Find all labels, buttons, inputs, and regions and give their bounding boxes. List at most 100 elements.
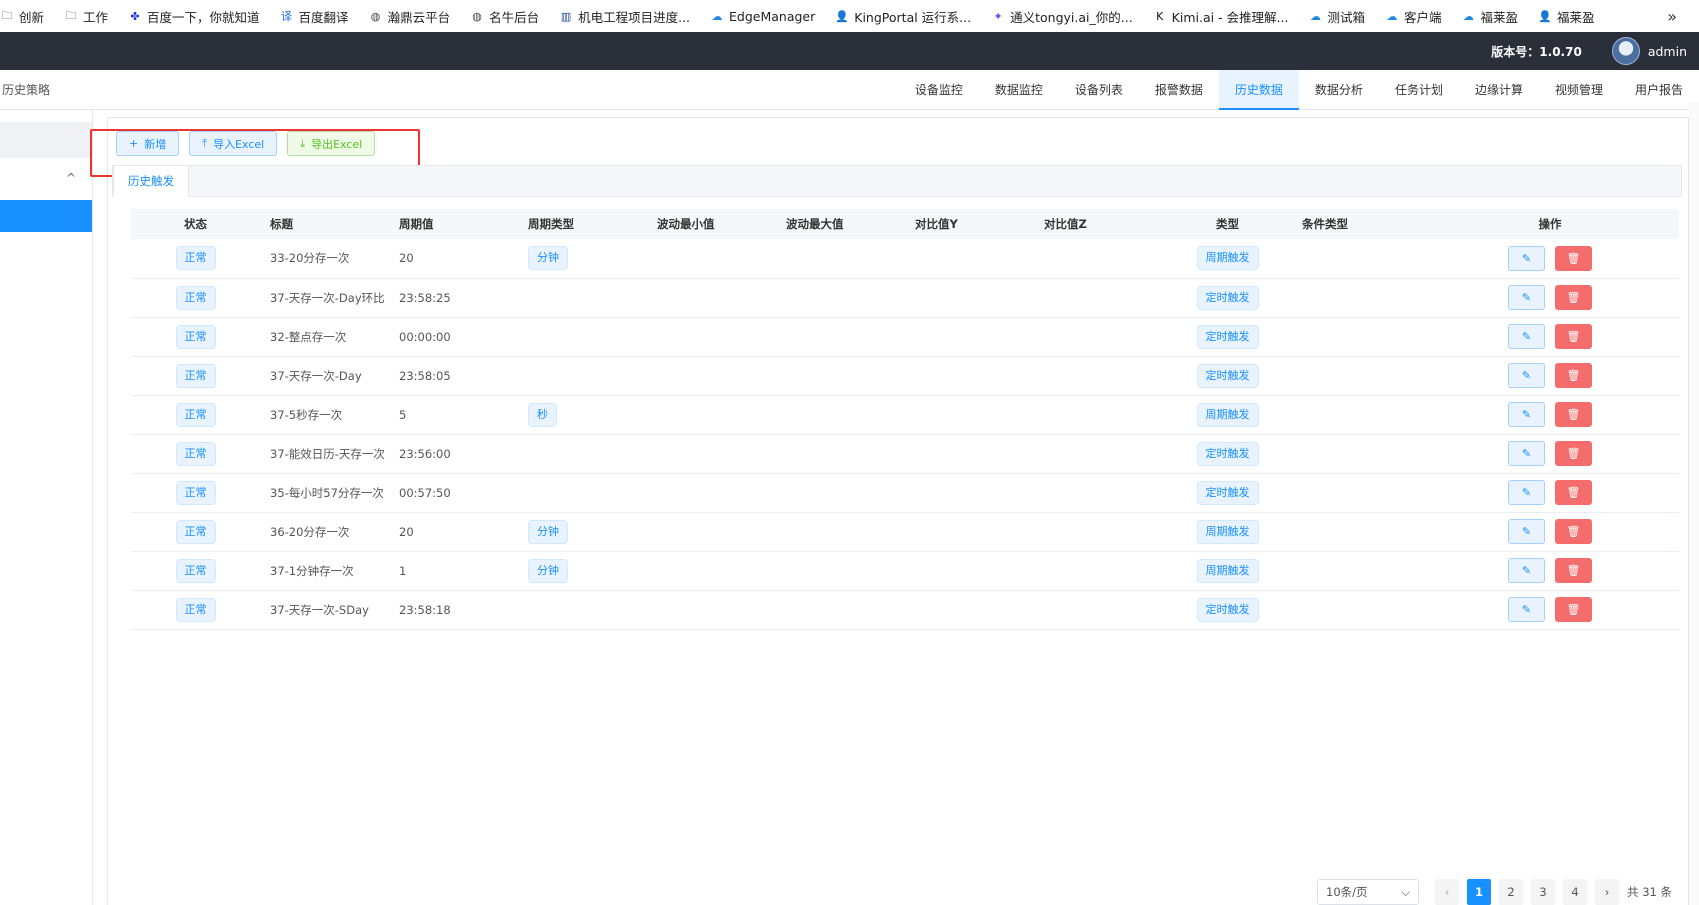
- nav-tab[interactable]: 历史数据: [1218, 70, 1299, 110]
- username[interactable]: admin: [1648, 44, 1687, 59]
- nav-tabs: 设备监控 数据监控 设备列表 报警数据 历史数据 数据分析 任务计划 边缘计算 视频管理 用户报告: [899, 70, 1699, 110]
- bookmark-item[interactable]: 👤 福莱盈: [1538, 7, 1594, 26]
- sidebar-item-active[interactable]: [0, 200, 92, 232]
- edit-icon[interactable]: ✎: [1508, 558, 1545, 583]
- table-body: 正常 33-20分存一次 20 分钟 周期触发 ✎ 🗑 正常 37-天存一次-Day环比 23:5…: [131, 239, 1679, 630]
- edit-icon[interactable]: ✎: [1508, 363, 1545, 388]
- bookmarks-more-icon[interactable]: »: [1667, 7, 1677, 26]
- table-header: 状态 标题 周期值 周期类型 波动最小值 波动最大值 对比值Y 对比值Z 类型 条件类型 操作: [131, 209, 1679, 239]
- page-button[interactable]: 3: [1531, 879, 1556, 905]
- cell-type: 周期触发: [1163, 239, 1292, 279]
- column-header: 周期类型: [518, 209, 647, 239]
- bookmark-item[interactable]: ◍ 瀚鼎云平台: [369, 7, 450, 26]
- strategy-table: 状态 标题 周期值 周期类型 波动最小值 波动最大值 对比值Y 对比值Z 类型 条件类型 操作 正常…: [131, 209, 1679, 630]
- cell-y: [905, 434, 1034, 474]
- bookmark-item[interactable]: 👤 KingPortal 运行系...: [835, 7, 971, 26]
- nav-tab[interactable]: 报警数据: [1139, 70, 1219, 110]
- bookmark-item[interactable]: ✦ 通义tongyi.ai_你的...: [991, 7, 1133, 26]
- edit-icon[interactable]: ✎: [1508, 245, 1545, 271]
- page-size-select[interactable]: 10条/页 ⌵: [1317, 879, 1420, 905]
- bookmark-label: 通义tongyi.ai_你的...: [1010, 9, 1133, 25]
- cell-cond: [1292, 278, 1421, 318]
- nav-tab[interactable]: 数据监控: [979, 70, 1059, 110]
- cell-max: [776, 512, 905, 552]
- bookmark-item[interactable]: K Kimi.ai - 会推理解...: [1153, 7, 1289, 26]
- status-badge: 正常: [175, 363, 216, 388]
- cell-min: [647, 434, 776, 474]
- bookmark-item[interactable]: ✤ 百度一下，你就知道: [128, 7, 259, 26]
- cell-type: 周期触发: [1163, 395, 1292, 435]
- page-button[interactable]: 4: [1563, 879, 1588, 905]
- edit-icon[interactable]: ✎: [1508, 402, 1545, 427]
- bookmark-label: Kimi.ai - 会推理解...: [1171, 9, 1289, 25]
- nav-tab[interactable]: 设备监控: [899, 70, 979, 110]
- bookmark-item[interactable]: 🗀 工作: [64, 7, 109, 26]
- cell-z: [1034, 356, 1163, 396]
- kimi-icon: K: [1156, 9, 1164, 23]
- type-tag: 周期触发: [1196, 402, 1259, 427]
- nav-tab[interactable]: 边缘计算: [1459, 70, 1539, 110]
- delete-icon[interactable]: 🗑: [1555, 363, 1592, 388]
- nav-tab[interactable]: 任务计划: [1379, 70, 1459, 110]
- cell-status: 正常: [131, 473, 260, 513]
- cell-min: [647, 356, 776, 396]
- cell-period_type: 分钟: [518, 239, 647, 279]
- edit-icon[interactable]: ✎: [1508, 597, 1545, 622]
- page-button[interactable]: 1: [1467, 879, 1492, 905]
- row-actions: ✎ 🗑: [1508, 324, 1592, 349]
- edit-icon[interactable]: ✎: [1508, 285, 1545, 310]
- cell-cond: [1292, 434, 1421, 474]
- nav-tab[interactable]: 设备列表: [1059, 70, 1139, 110]
- cell-type: 定时触发: [1163, 278, 1292, 318]
- delete-icon[interactable]: 🗑: [1555, 558, 1592, 583]
- bookmark-item[interactable]: ▥ 机电工程项目进度...: [559, 7, 690, 26]
- row-actions: ✎ 🗑: [1508, 285, 1592, 310]
- delete-icon[interactable]: 🗑: [1555, 597, 1592, 622]
- edit-icon[interactable]: ✎: [1508, 324, 1545, 349]
- cell-title: 37-天存一次-Day: [260, 356, 389, 396]
- bookmark-item[interactable]: 🗀 创新: [0, 7, 45, 26]
- cloud-icon: ☁: [711, 9, 723, 23]
- bookmark-item[interactable]: ☁ EdgeManager: [710, 9, 816, 24]
- cell-status: 正常: [131, 395, 260, 435]
- type-tag: 周期触发: [1196, 519, 1259, 544]
- cell-period_type: [518, 590, 647, 630]
- tab-history-trigger[interactable]: 历史触发: [113, 165, 189, 197]
- cell-status: 正常: [131, 356, 260, 396]
- bookmark-item[interactable]: ◍ 名牛后台: [470, 7, 539, 26]
- nav-tab[interactable]: 数据分析: [1299, 70, 1379, 110]
- bookmark-label: 客户端: [1404, 9, 1442, 25]
- bookmark-item[interactable]: ☁ 测试箱: [1308, 7, 1365, 26]
- delete-icon[interactable]: 🗑: [1555, 402, 1592, 427]
- avatar[interactable]: [1611, 37, 1640, 65]
- cell-actions: ✎ 🗑: [1421, 356, 1679, 396]
- delete-icon[interactable]: 🗑: [1555, 480, 1592, 505]
- top-header: 版本号：1.0.70 admin: [0, 32, 1699, 70]
- delete-icon[interactable]: 🗑: [1555, 324, 1592, 349]
- prev-page-button[interactable]: ‹: [1435, 879, 1460, 905]
- nav-tab[interactable]: 视频管理: [1539, 70, 1619, 110]
- cell-status: 正常: [131, 551, 260, 591]
- nav-tab[interactable]: 用户报告: [1619, 70, 1699, 110]
- cell-period_type: [518, 317, 647, 357]
- page-button[interactable]: 2: [1499, 879, 1524, 905]
- delete-icon[interactable]: 🗑: [1555, 441, 1592, 466]
- bookmark-item[interactable]: ☁ 福莱盈: [1462, 7, 1518, 26]
- row-actions: ✎ 🗑: [1508, 441, 1592, 466]
- page-scrollbar[interactable]: [1689, 102, 1699, 905]
- edit-icon[interactable]: ✎: [1508, 441, 1545, 466]
- edit-icon[interactable]: ✎: [1508, 480, 1545, 505]
- bookmark-item[interactable]: ☁ 客户端: [1385, 7, 1442, 26]
- delete-icon[interactable]: 🗑: [1555, 519, 1592, 544]
- edit-icon[interactable]: ✎: [1508, 519, 1545, 544]
- row-actions: ✎ 🗑: [1508, 245, 1592, 271]
- cell-actions: ✎ 🗑: [1421, 551, 1679, 591]
- chevron-up-icon[interactable]: ^: [66, 171, 76, 185]
- cloud-icon: ☁: [1309, 9, 1321, 23]
- cell-period_type: 分钟: [518, 551, 647, 591]
- bookmark-item[interactable]: 译百度翻译: [280, 7, 349, 26]
- delete-icon[interactable]: 🗑: [1555, 245, 1592, 271]
- delete-icon[interactable]: 🗑: [1555, 285, 1592, 310]
- sidebar-group[interactable]: ^: [0, 162, 92, 194]
- next-page-button[interactable]: ›: [1595, 879, 1620, 905]
